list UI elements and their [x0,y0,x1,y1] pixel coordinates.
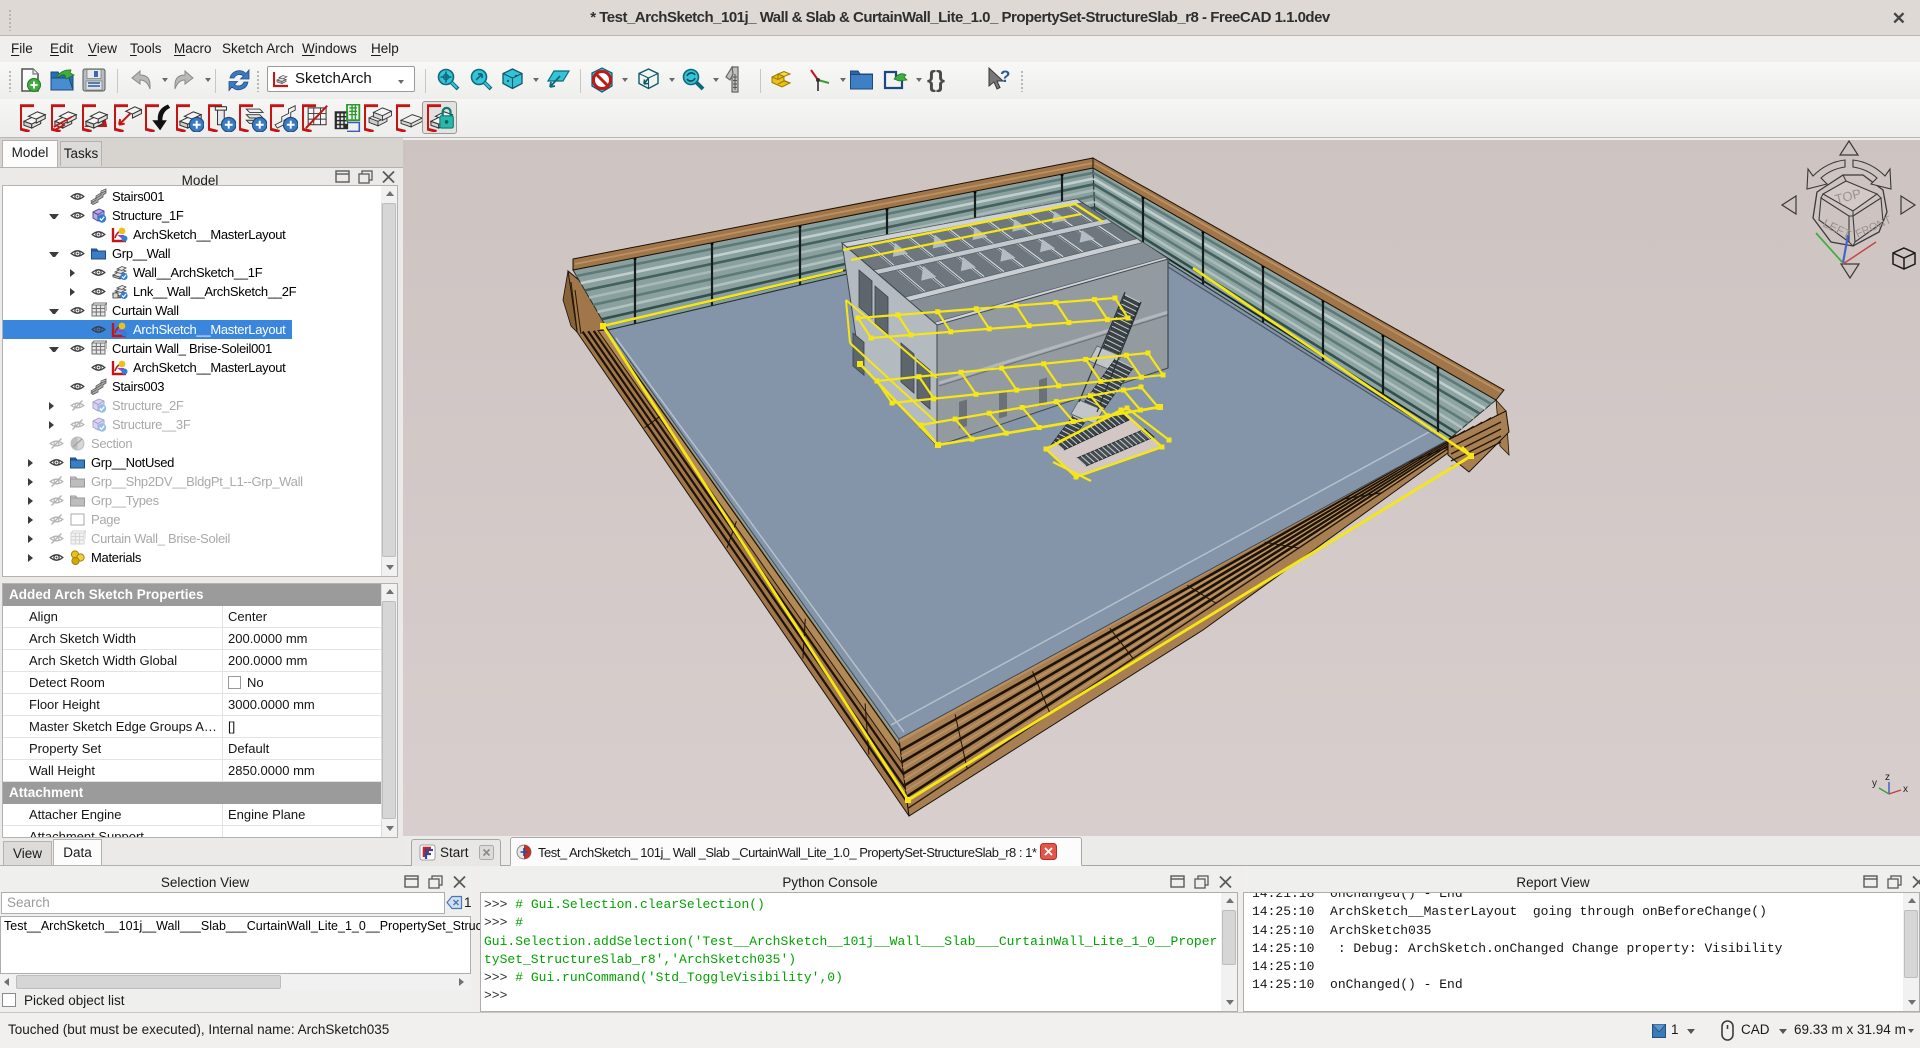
svg-text:?: ? [1000,67,1010,86]
svg-text:x: x [1903,784,1908,795]
svg-text:z: z [1885,772,1890,783]
svg-text:y: y [1872,778,1877,789]
